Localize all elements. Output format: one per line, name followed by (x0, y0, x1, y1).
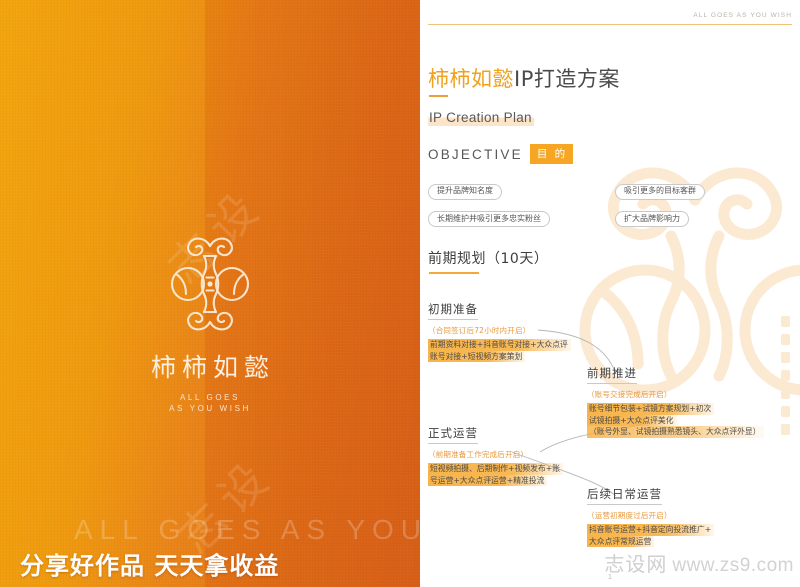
title-underline (429, 95, 448, 97)
timeline-node-body: 短视频拍摄、后期制作+视频发布+账 号运营+大众点评运营+精准投流 (428, 463, 564, 486)
logo-tagline-line-2: AS YOU WISH (169, 404, 251, 413)
page-title: 柿柿如懿IP打造方案 (428, 65, 620, 93)
objective-badge-cn: 目 的 (529, 144, 574, 164)
logo-chinese-name: 柿柿如懿 (150, 353, 275, 382)
timeline-node-line: 账号对接+短视频方案策划 (428, 350, 526, 362)
timeline-node-line: 短视频拍摄、后期制作+视频发布+账 (428, 463, 564, 475)
objective-label-en: OBJECTIVE (428, 146, 523, 162)
section-heading: 前期规划（10天） (428, 251, 549, 267)
timeline-node-condition: （账号交接完成后开启） (587, 390, 672, 399)
objective-tags-left: 提升品牌知名度 长期维护并吸引更多忠实粉丝 (428, 180, 550, 235)
promo-bar: 分享好作品 天天拿收益 (0, 539, 420, 587)
timeline-node-line: 抖音账号运营+抖音定向投流推广+ (587, 524, 715, 536)
left-cover-panel: 志设 志设 柿柿如懿 ALL GOES AS YOU WISH ALL GOES… (0, 0, 420, 587)
timeline-node-line: 号运营+大众点评运营+精准投流 (428, 474, 548, 486)
brand-logo-block: 柿柿如懿 ALL GOES AS YOU WISH (0, 232, 420, 414)
objective-tag[interactable]: 长期维护并吸引更多忠实粉丝 (428, 211, 550, 227)
timeline-node-line: 大众点评常规运营 (587, 535, 655, 547)
right-content-panel: ALL GOES AS YOU WISH 柿柿如懿IP打造方案 IP Creat… (420, 0, 800, 587)
page-title-brand: 柿柿如懿 (428, 67, 514, 91)
objective-tags-right: 吸引更多的目标客群 扩大品牌影响力 (615, 180, 705, 235)
timeline-node-line: 账号细节包装+试镜方案规划+初次 (587, 403, 715, 415)
slide-content: 柿柿如懿IP打造方案 IP Creation Plan OBJECTIVE 目 … (420, 0, 800, 587)
persimmon-clover-logo-icon (170, 237, 250, 331)
logo-tagline-line-1: ALL GOES (179, 393, 241, 402)
timeline-node-body: 账号细节包装+试镜方案规划+初次 试镜拍摄+大众点评美化 （账号外显、试镜拍摄熟… (587, 403, 764, 438)
timeline-node-line: 前期资料对接+抖音账号对接+大众点评 (428, 339, 571, 351)
timeline-node-title: 前期推进 (587, 365, 637, 384)
timeline-node-title: 后续日常运营 (587, 486, 662, 505)
section-underline (429, 272, 479, 274)
timeline-node-title: 正式运营 (428, 425, 478, 444)
timeline-node-line: （账号外显、试镜拍摄熟悉镜头、大众点评外显） (587, 426, 764, 438)
timeline-node-condition: （运营初期度过后开启） (587, 511, 672, 520)
timeline-node-line: 试镜拍摄+大众点评美化 (587, 414, 677, 426)
timeline-node-condition: （合同签订后72小时内开启） (428, 326, 531, 335)
timeline-node-title: 初期准备 (428, 301, 478, 320)
timeline-node-body: 前期资料对接+抖音账号对接+大众点评 账号对接+短视频方案策划 (428, 339, 571, 362)
timeline-node[interactable]: 初期准备 （合同签订后72小时内开启） 前期资料对接+抖音账号对接+大众点评 账… (428, 300, 571, 362)
objective-tag[interactable]: 吸引更多的目标客群 (615, 183, 705, 200)
objective-heading: OBJECTIVE 目 的 (428, 144, 574, 164)
site-watermark: 志设网 www.zs9.com (604, 548, 794, 577)
site-watermark-url: www.zs9.com (672, 555, 794, 576)
timeline-node-body: 抖音账号运营+抖音定向投流推广+ 大众点评常规运营 (587, 524, 715, 547)
timeline-node-condition: （前期准备工作完成后开启） (428, 450, 529, 459)
slide-canvas: 志设 志设 柿柿如懿 ALL GOES AS YOU WISH ALL GOES… (0, 0, 800, 587)
page-title-rest: IP打造方案 (514, 67, 620, 91)
timeline-node[interactable]: 正式运营 （前期准备工作完成后开启） 短视频拍摄、后期制作+视频发布+账 号运营… (428, 424, 564, 486)
logo-english-tagline: ALL GOES AS YOU WISH (169, 392, 251, 414)
objective-tag[interactable]: 扩大品牌影响力 (615, 211, 689, 227)
timeline-node[interactable]: 后续日常运营 （运营初期度过后开启） 抖音账号运营+抖音定向投流推广+ 大众点评… (587, 485, 715, 547)
site-watermark-name: 志设网 (604, 552, 668, 576)
promo-text: 分享好作品 天天拿收益 (20, 551, 280, 580)
objective-tag[interactable]: 提升品牌知名度 (428, 183, 502, 200)
page-subtitle-en: IP Creation Plan (428, 110, 534, 126)
timeline-node[interactable]: 前期推进 （账号交接完成后开启） 账号细节包装+试镜方案规划+初次 试镜拍摄+大… (587, 364, 764, 438)
